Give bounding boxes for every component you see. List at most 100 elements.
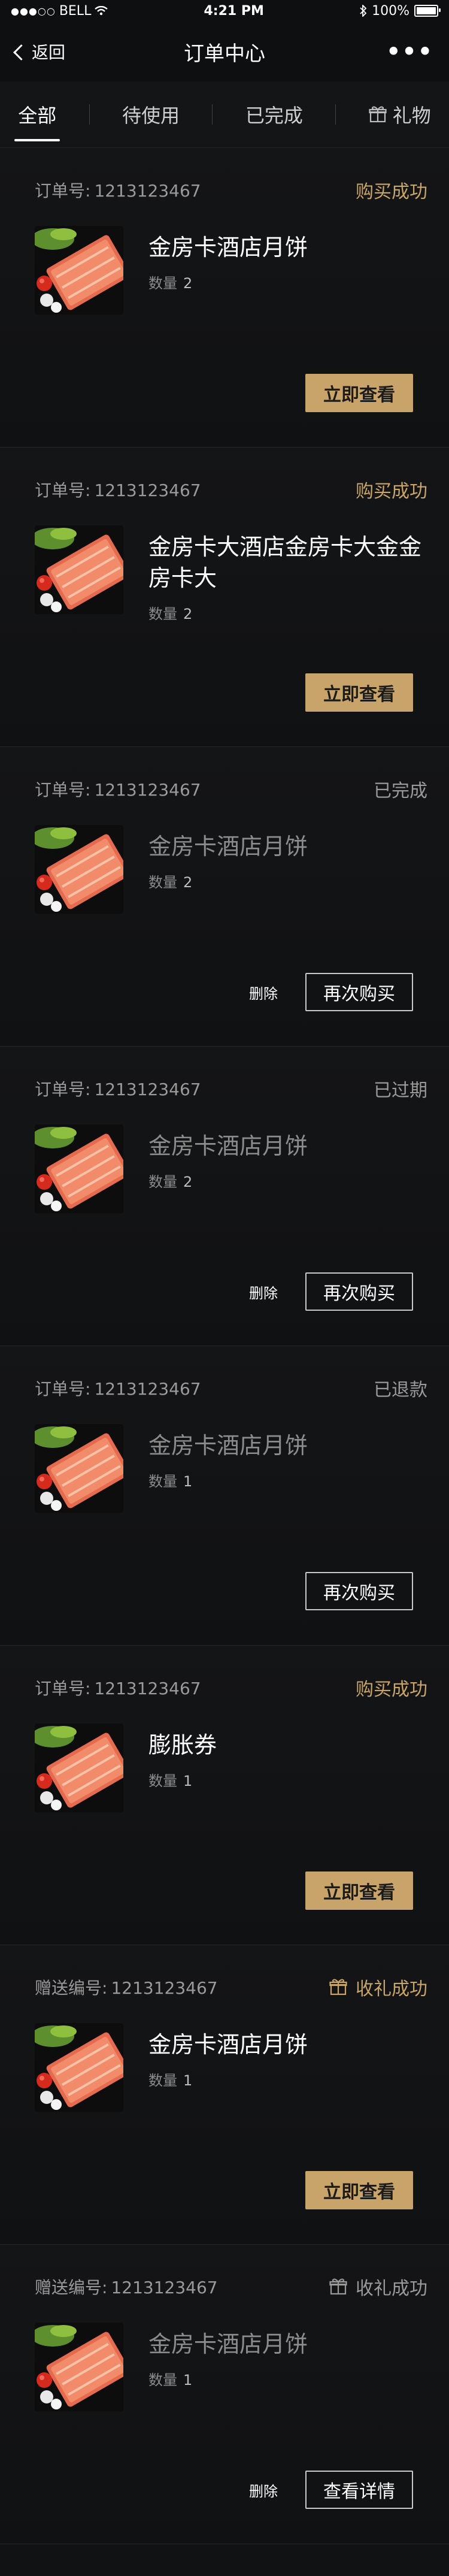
delete-button[interactable]: 删除 — [249, 2480, 278, 2501]
order-header: 订单号: 1213123467 已退款 — [35, 1346, 427, 1430]
order-card[interactable]: 赠送编号: 1213123467 收礼成功 金房卡酒店月饼 数量 1 — [0, 1945, 449, 2245]
product-name: 金房卡酒店月饼 — [148, 1432, 308, 1459]
order-number-value: 1213123467 — [94, 1679, 201, 1698]
product-row[interactable]: 金房卡酒店月饼 数量 2 — [35, 1124, 427, 1213]
order-number-label: 订单号: — [35, 1679, 91, 1698]
product-thumbnail[interactable] — [35, 1424, 123, 1513]
primary-action-button[interactable]: 再次购买 — [305, 973, 413, 1011]
tab-to-use[interactable]: 待使用 — [119, 95, 183, 134]
back-button[interactable]: 返回 — [13, 40, 66, 64]
product-thumbnail[interactable] — [35, 2023, 123, 2112]
order-actions: 删除 再次购买 — [249, 1272, 413, 1311]
order-header: 订单号: 1213123467 购买成功 — [35, 448, 427, 531]
order-card[interactable]: 订单号: 1213123467 购买成功 膨胀券 数量 1 立即查看 — [0, 1646, 449, 1945]
order-card[interactable]: 赠送编号: 1213123467 收礼成功 金房卡酒店月饼 数量 1 — [0, 2245, 449, 2544]
order-number: 订单号: 1213123467 — [35, 477, 201, 501]
delete-button[interactable]: 删除 — [249, 1281, 278, 1302]
product-name: 金房卡酒店月饼 — [148, 2331, 308, 2357]
product-row[interactable]: 金房卡酒店月饼 数量 1 — [35, 2323, 427, 2411]
tab-all[interactable]: 全部 — [14, 95, 60, 141]
order-number-label: 订单号: — [35, 1379, 91, 1399]
product-thumbnail[interactable] — [35, 525, 123, 614]
order-number: 订单号: 1213123467 — [35, 1676, 201, 1700]
order-status-label: 购买成功 — [356, 182, 427, 202]
gift-icon — [329, 1979, 347, 1996]
view-now-button[interactable]: 立即查看 — [305, 2171, 413, 2209]
order-status: 已完成 — [374, 776, 427, 802]
order-status-label: 已过期 — [374, 1080, 427, 1101]
bluetooth-icon — [360, 5, 367, 17]
quantity-value: 1 — [183, 2072, 193, 2089]
gift-icon — [369, 106, 387, 123]
product-thumbnail[interactable] — [35, 1724, 123, 1812]
order-actions: 删除 查看详情 — [249, 2471, 413, 2509]
product-thumbnail[interactable] — [35, 825, 123, 914]
view-now-button[interactable]: 立即查看 — [305, 1871, 413, 1910]
quantity-label: 数量 — [148, 275, 177, 292]
quantity-value: 2 — [183, 275, 193, 292]
battery-icon — [414, 5, 441, 17]
order-header: 赠送编号: 1213123467 收礼成功 — [35, 1945, 427, 2029]
order-header: 订单号: 1213123467 已过期 — [35, 1047, 427, 1130]
product-info: 膨胀券 数量 1 — [148, 1724, 217, 1790]
quantity-label: 数量 — [148, 2372, 177, 2388]
tab-label: 待使用 — [122, 104, 180, 127]
primary-action-button[interactable]: 再次购买 — [305, 1572, 413, 1610]
order-number-value: 1213123467 — [94, 1379, 201, 1399]
carrier-label: BELL — [59, 3, 92, 19]
back-label: 返回 — [32, 43, 66, 62]
quantity-value: 1 — [183, 1473, 193, 1490]
order-header: 订单号: 1213123467 已完成 — [35, 747, 427, 831]
order-card[interactable]: 订单号: 1213123467 购买成功 金房卡酒店月饼 数量 2 立即查看 — [0, 148, 449, 448]
order-card[interactable]: 订单号: 1213123467 购买成功 金房卡大酒店金房卡大金金房卡大 数量 2 — [0, 448, 449, 747]
product-thumbnail[interactable] — [35, 2323, 123, 2411]
signal-icon: ●●●○○ — [11, 5, 56, 17]
product-row[interactable]: 金房卡酒店月饼 数量 1 — [35, 1424, 427, 1513]
order-card[interactable]: 订单号: 1213123467 已过期 金房卡酒店月饼 数量 2 删除 再次购买 — [0, 1047, 449, 1346]
more-menu-button[interactable]: ••• — [386, 38, 433, 65]
product-thumbnail-image — [35, 226, 123, 315]
product-quantity: 数量 1 — [148, 1769, 217, 1790]
status-bar: ●●●○○ BELL 4:21 PM 100% — [0, 0, 449, 22]
product-thumbnail[interactable] — [35, 226, 123, 315]
product-row[interactable]: 金房卡酒店月饼 数量 2 — [35, 825, 427, 914]
tab-gifts[interactable]: 礼物 — [365, 95, 435, 134]
product-quantity: 数量 2 — [148, 1170, 308, 1191]
order-actions: 立即查看 — [305, 2171, 413, 2209]
order-number-label: 订单号: — [35, 1080, 91, 1099]
view-now-button[interactable]: 立即查看 — [305, 374, 413, 412]
product-info: 金房卡酒店月饼 数量 2 — [148, 825, 308, 891]
battery-percent: 100% — [372, 3, 409, 19]
order-number: 订单号: 1213123467 — [35, 777, 201, 801]
delete-button[interactable]: 删除 — [249, 982, 278, 1003]
primary-action-button[interactable]: 查看详情 — [305, 2471, 413, 2509]
product-row[interactable]: 膨胀券 数量 1 — [35, 1724, 427, 1812]
order-number: 赠送编号: 1213123467 — [35, 1975, 218, 1999]
product-row[interactable]: 金房卡大酒店金房卡大金金房卡大 数量 2 — [35, 525, 427, 623]
order-actions: 删除 再次购买 — [249, 973, 413, 1011]
view-now-button[interactable]: 立即查看 — [305, 673, 413, 712]
order-status: 收礼成功 — [329, 1974, 427, 2000]
order-status: 购买成功 — [356, 476, 427, 503]
product-row[interactable]: 金房卡酒店月饼 数量 1 — [35, 2023, 427, 2112]
order-card[interactable]: 订单号: 1213123467 已退款 金房卡酒店月饼 数量 1 再次购买 — [0, 1346, 449, 1646]
product-row[interactable]: 金房卡酒店月饼 数量 2 — [35, 226, 427, 315]
product-thumbnail[interactable] — [35, 1124, 123, 1213]
product-thumbnail-image — [35, 1124, 123, 1213]
quantity-value: 1 — [183, 2372, 193, 2388]
product-info: 金房卡酒店月饼 数量 1 — [148, 2023, 308, 2090]
battery-level — [416, 7, 436, 14]
quantity-label: 数量 — [148, 1773, 177, 1789]
order-number-value: 1213123467 — [111, 1978, 218, 1998]
order-number-value: 1213123467 — [111, 2278, 218, 2297]
navigation-bar: 返回 订单中心 ••• — [0, 22, 449, 81]
primary-action-button[interactable]: 再次购买 — [305, 1272, 413, 1311]
product-thumbnail-image — [35, 2023, 123, 2112]
order-status-label: 收礼成功 — [356, 1979, 427, 2000]
tab-completed[interactable]: 已完成 — [242, 95, 307, 134]
product-name: 金房卡酒店月饼 — [148, 1133, 308, 1159]
order-header: 赠送编号: 1213123467 收礼成功 — [35, 2245, 427, 2329]
order-card[interactable]: 订单号: 1213123467 已完成 金房卡酒店月饼 数量 2 删除 再次购买 — [0, 747, 449, 1047]
quantity-value: 2 — [183, 874, 193, 891]
order-status-label: 收礼成功 — [356, 2278, 427, 2299]
